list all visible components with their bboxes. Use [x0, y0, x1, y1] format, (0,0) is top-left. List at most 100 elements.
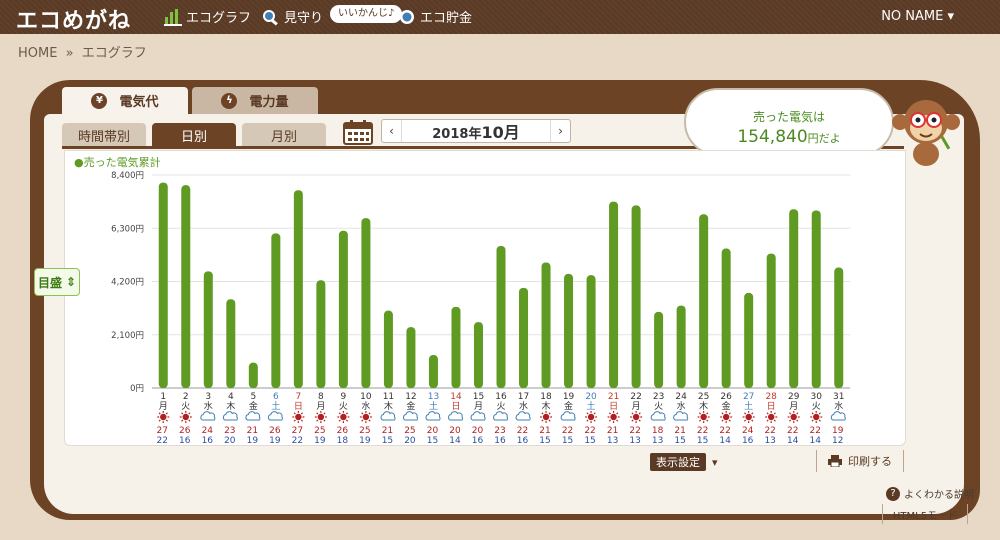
tab-hourly[interactable]: 時間帯別: [62, 123, 146, 147]
sun-ray: [616, 412, 619, 415]
cloud-icon: [470, 411, 486, 421]
sun-ray: [548, 419, 551, 422]
temp-high-label: 25: [404, 426, 415, 436]
sun-icon: [587, 413, 595, 421]
x-tick-day: 20: [585, 392, 597, 402]
sun-icon: [632, 413, 640, 421]
sun-ray: [698, 419, 702, 422]
temp-high-label: 26: [269, 426, 281, 436]
nav-eco-graph[interactable]: エコグラフ: [164, 7, 251, 26]
bar: [744, 292, 754, 388]
sun-ray: [698, 412, 702, 415]
x-tick-weekday: 土: [744, 400, 753, 412]
x-tick-day: 22: [630, 392, 641, 402]
temp-high-label: 25: [314, 426, 325, 436]
sold-electricity-total: 154,840円だよ: [686, 127, 892, 147]
x-tick-day: 14: [450, 392, 462, 402]
sun-ray: [158, 419, 161, 422]
print-button-label: 印刷する: [848, 455, 892, 468]
temp-low-label: 14: [787, 436, 799, 446]
sun-ray: [368, 419, 371, 422]
month-year: 2018年: [432, 127, 482, 142]
help-link[interactable]: ? よくわかる説明: [886, 486, 974, 501]
tab-monthly[interactable]: 月別: [242, 123, 326, 147]
temp-high-label: 22: [562, 426, 573, 436]
x-tick-day: 21: [608, 392, 619, 402]
nav-eco-savings[interactable]: エコ貯金: [398, 7, 472, 26]
sun-ray: [541, 412, 544, 415]
sun-ray: [608, 412, 612, 415]
temp-high-label: 22: [764, 426, 775, 436]
sun-ray: [300, 419, 304, 422]
app-logo[interactable]: エコめがね: [16, 3, 131, 35]
scale-button-label: 目盛: [37, 275, 62, 290]
bar: [383, 310, 393, 388]
x-tick-weekday: 木: [699, 400, 708, 412]
sun-ray: [638, 419, 641, 422]
x-tick-day: 25: [698, 392, 709, 402]
sun-ray: [593, 412, 596, 415]
calendar-icon[interactable]: [343, 119, 373, 145]
temp-high-label: 22: [719, 426, 730, 436]
x-tick-weekday: 土: [429, 400, 438, 412]
tab-power-amount[interactable]: ϟ 電力量: [192, 87, 318, 114]
nav-mimamori[interactable]: 見守り: [262, 7, 323, 26]
sun-ray: [345, 412, 349, 415]
status-bubble: いいかんじ♪: [330, 5, 403, 23]
sun-ray: [293, 419, 296, 422]
temp-high-label: 26: [179, 426, 191, 436]
temp-high-label: 27: [157, 426, 168, 436]
sun-ray: [721, 412, 724, 415]
temp-low-label: 13: [764, 436, 775, 446]
sun-ray: [811, 412, 814, 415]
breadcrumb-home[interactable]: HOME: [18, 46, 57, 61]
sun-icon: [542, 413, 550, 421]
tab-electricity-cost[interactable]: ¥ 電気代: [62, 87, 188, 114]
x-tick-day: 9: [341, 392, 347, 402]
print-button[interactable]: 印刷する: [816, 450, 904, 472]
x-tick-day: 12: [405, 392, 416, 402]
scale-button[interactable]: 目盛 ⇕: [34, 268, 80, 296]
sun-icon: [340, 413, 347, 421]
bar: [158, 182, 168, 388]
tab-daily[interactable]: 日別: [152, 123, 236, 147]
month-month: 10月: [481, 123, 520, 142]
x-tick-day: 16: [495, 392, 507, 402]
x-tick-day: 4: [228, 392, 234, 402]
x-tick-weekday: 火: [496, 401, 505, 412]
temp-high-label: 22: [809, 426, 820, 436]
display-settings-select[interactable]: 表示設定 ▾: [650, 452, 734, 472]
prev-month-button[interactable]: ‹: [382, 120, 402, 142]
x-tick-weekday: 水: [834, 400, 843, 412]
next-month-button[interactable]: ›: [550, 120, 570, 142]
bar: [631, 205, 641, 388]
nav-eco-savings-label: エコ貯金: [420, 11, 473, 26]
bar-chart-icon: [164, 8, 182, 26]
daily-bar-chart: ●売った電気累計0円2,100円4,200円6,300円8,400円1月2722…: [74, 155, 850, 446]
sun-ray: [316, 419, 319, 422]
temp-high-label: 22: [697, 426, 708, 436]
cloud-icon: [222, 411, 238, 421]
x-tick-day: 15: [473, 392, 484, 402]
temp-high-label: 25: [359, 426, 370, 436]
temp-high-label: 24: [742, 426, 754, 436]
x-tick-weekday: 木: [226, 400, 235, 412]
temp-high-label: 23: [494, 426, 505, 436]
html5-mode-button[interactable]: HTML5モード: [882, 504, 968, 524]
temp-high-label: 24: [202, 426, 214, 436]
question-icon: ?: [886, 486, 900, 501]
sun-ray: [751, 412, 754, 415]
x-tick-day: 11: [383, 392, 394, 402]
temp-low-label: 16: [179, 436, 191, 446]
sun-icon: [767, 413, 775, 421]
temp-low-label: 14: [449, 436, 461, 446]
sun-ray: [818, 412, 821, 415]
sun-ray: [548, 412, 551, 415]
bar: [271, 233, 281, 388]
x-tick-weekday: 火: [339, 401, 348, 412]
sun-ray: [616, 419, 619, 422]
user-menu[interactable]: NO NAME ▾: [881, 9, 954, 24]
temp-high-label: 19: [832, 426, 844, 436]
x-tick-day: 26: [720, 392, 732, 402]
temp-high-label: 22: [517, 426, 528, 436]
